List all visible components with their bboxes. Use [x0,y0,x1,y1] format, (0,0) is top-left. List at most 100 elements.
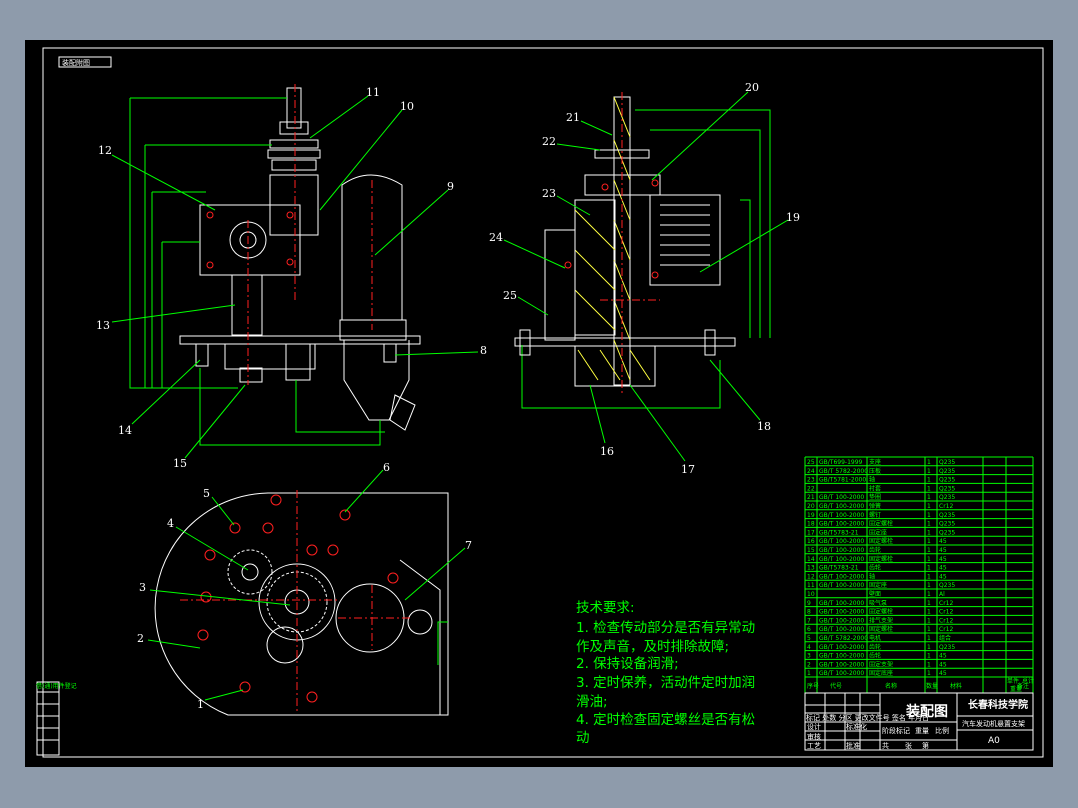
parts-cell-material: Q235 [939,477,955,484]
tech-req-line: 1. 检查传动部分是否有异常动 [576,620,755,636]
parts-cell-qty: 1 [927,512,931,519]
balloon-15: 15 [173,457,187,470]
parts-cell-qty: 1 [927,521,931,528]
cad-drawing-sheet: 装配附图 借(通)用件登记 1 2 3 4 5 6 7 8 9 10 11 12… [25,40,1053,767]
parts-cell-no: 5 [807,635,811,642]
parts-cell-qty: 1 [927,468,931,475]
parts-cell-no: 22 [807,485,815,492]
balloon-4: 4 [167,517,174,530]
parts-cell-no: 2 [807,661,811,668]
parts-cell-name: 衬套 [869,484,881,492]
parts-cell-code: GB/T 100-2000 [819,626,864,633]
parts-cell-no: 19 [807,512,815,519]
scale-label: 比例 [935,726,949,735]
parts-cell-code: GB/T 100-2000 [819,573,864,580]
design-label: 设计 [807,722,821,731]
balloon-1: 1 [197,698,204,711]
parts-cell-material: Q235 [939,512,955,519]
parts-cell-code: GB/T5783-21 [819,565,859,572]
tech-req-line: 作及声音，及时排除故障; [576,638,729,655]
parts-cell-code: GB/T 100-2000 [819,547,864,554]
parts-cell-material: Q235 [939,494,955,501]
parts-cell-material: 45 [939,556,947,563]
parts-cell-name: 固定底座 [869,669,893,677]
balloon-3: 3 [139,581,146,594]
parts-cell-no: 25 [807,459,815,466]
parts-cell-material: Q235 [939,459,955,466]
standardize-label: 标准化 [846,722,867,731]
parts-header-material: 材料 [950,682,962,690]
parts-cell-qty: 1 [927,573,931,580]
parts-cell-name: 固定座 [869,528,887,536]
balloon-9: 9 [447,180,454,193]
parts-cell-code: GB/T5781-2000 [819,477,866,484]
parts-cell-no: 17 [807,529,815,536]
parts-cell-code: GB/T 100-2000 [819,503,864,510]
tech-req-line: 动 [576,730,590,746]
balloon-13: 13 [96,319,110,332]
parts-cell-material: Al [939,591,945,598]
parts-cell-name: 轴 [869,476,875,484]
parts-cell-name: 压板 [869,467,881,475]
parts-cell-no: 11 [807,582,815,589]
parts-cell-qty: 1 [927,617,931,624]
parts-cell-material: Q235 [939,485,955,492]
parts-cell-no: 9 [807,600,811,607]
parts-cell-code: GB/T 100-2000 [819,609,864,616]
parts-cell-no: 16 [807,538,815,545]
balloon-25: 25 [503,289,517,302]
parts-header-name: 名称 [885,682,897,690]
tech-req-line: 4. 定时检查固定螺丝是否有松 [576,712,755,728]
parts-cell-name: 固定支架 [869,660,893,668]
parts-header-qty: 数量 [926,682,938,690]
parts-cell-code: GB/T699-1999 [819,459,863,466]
parts-cell-code: GB/T 100-2000 [819,600,864,607]
parts-cell-material: Cr12 [939,626,953,633]
parts-cell-code: GB/T5783-21 [819,529,859,536]
parts-cell-name: 齿轮 [869,652,881,660]
balloon-17: 17 [681,463,695,476]
tech-req-title: 技术要求: [576,600,635,616]
parts-cell-material: 45 [939,653,947,660]
balloon-10: 10 [400,100,414,113]
parts-cell-name: 固定螺栓 [869,537,893,545]
parts-cell-code: GB/T 100-2000 [819,670,864,677]
parts-cell-qty: 1 [927,609,931,616]
parts-cell-qty: 1 [927,556,931,563]
balloon-18: 18 [757,420,771,433]
parts-header-remark: 备注 [1017,682,1029,690]
balloon-2: 2 [137,632,144,645]
parts-cell-qty: 1 [927,547,931,554]
parts-cell-name: 固定座 [869,581,887,589]
balloon-11: 11 [366,86,380,99]
parts-cell-name: 垫圈 [869,493,881,501]
parts-cell-no: 6 [807,626,811,633]
parts-cell-qty: 1 [927,600,931,607]
approve-label: 批准 [846,741,860,750]
parts-cell-material: 45 [939,573,947,580]
parts-cell-code: GB/T 100-2000 [819,538,864,545]
parts-cell-code: GB/T 100-2000 [819,494,864,501]
parts-cell-qty: 1 [927,529,931,536]
balloon-21: 21 [566,111,580,124]
balloon-16: 16 [600,445,614,458]
side-strip-label: 借(通)用件登记 [36,682,77,690]
parts-cell-material: 45 [939,538,947,545]
parts-cell-qty: 1 [927,477,931,484]
parts-cell-code: GB/T 100-2000 [819,653,864,660]
parts-cell-material: Cr12 [939,617,953,624]
parts-cell-material: Q235 [939,529,955,536]
parts-cell-no: 8 [807,609,811,616]
parts-cell-no: 20 [807,503,815,510]
balloon-24: 24 [489,231,503,244]
tech-req-line: 滑油; [576,694,608,710]
parts-cell-code: GB/T 5782-2000 [819,468,868,475]
parts-cell-no: 24 [807,468,815,475]
parts-cell-name: 齿轮 [869,546,881,554]
parts-cell-no: 15 [807,547,815,554]
parts-cell-qty: 1 [927,591,931,598]
parts-cell-name: 吸气泵 [869,599,887,607]
balloon-19: 19 [786,211,800,224]
parts-cell-no: 23 [807,477,815,484]
parts-cell-qty: 1 [927,538,931,545]
